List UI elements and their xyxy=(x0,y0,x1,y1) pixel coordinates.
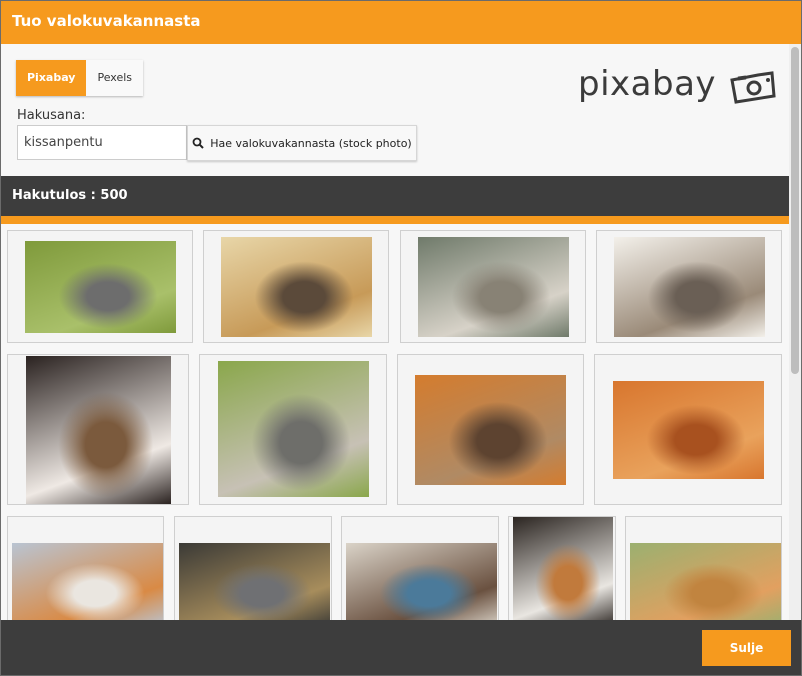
result-thumbnail xyxy=(614,237,765,337)
provider-tabs: Pixabay Pexels xyxy=(16,60,144,96)
result-thumbnail xyxy=(613,381,764,479)
result-thumbnail xyxy=(418,237,569,337)
dialog-footer: Sulje xyxy=(1,620,801,675)
search-stock-photo-button[interactable]: Hae valokuvakannasta (stock photo) xyxy=(187,125,417,161)
result-thumbnail xyxy=(221,237,372,337)
tab-pixabay[interactable]: Pixabay xyxy=(16,60,87,96)
scrollbar-thumb[interactable] xyxy=(791,47,799,374)
search-label: Hakusana: xyxy=(17,108,86,123)
result-thumbnail xyxy=(26,356,171,504)
close-button[interactable]: Sulje xyxy=(702,630,791,666)
image-result-card[interactable] xyxy=(596,230,782,343)
pixabay-logo: pixabay xyxy=(578,64,778,106)
image-result-card[interactable] xyxy=(199,354,387,505)
dialog-titlebar: Tuo valokuvakannasta xyxy=(1,1,801,44)
image-result-card[interactable] xyxy=(594,354,782,505)
results-divider xyxy=(1,216,789,224)
result-thumbnail xyxy=(25,241,176,333)
tab-pexels[interactable]: Pexels xyxy=(86,60,144,96)
image-result-card[interactable] xyxy=(508,516,616,620)
image-result-card[interactable] xyxy=(397,354,584,505)
result-thumbnail xyxy=(12,543,163,620)
import-stock-photo-dialog: Tuo valokuvakannasta Pixabay Pexels pixa… xyxy=(0,0,802,676)
vertical-scrollbar[interactable] xyxy=(789,44,801,620)
result-thumbnail xyxy=(346,543,497,620)
result-thumbnail xyxy=(630,543,781,620)
search-button-label: Hae valokuvakannasta (stock photo) xyxy=(210,136,412,150)
result-thumbnail xyxy=(179,543,330,620)
image-result-card[interactable] xyxy=(341,516,499,620)
result-thumbnail xyxy=(415,375,566,485)
image-result-card[interactable] xyxy=(625,516,782,620)
results-count: Hakutulos : 500 xyxy=(12,188,128,203)
dialog-body: Pixabay Pexels pixabay Hakusana: Hae val… xyxy=(1,44,789,620)
image-result-card[interactable] xyxy=(400,230,586,343)
image-result-card[interactable] xyxy=(7,354,189,505)
search-input[interactable] xyxy=(17,125,187,160)
camera-icon xyxy=(730,71,776,104)
result-thumbnail xyxy=(218,361,369,497)
image-result-card[interactable] xyxy=(174,516,332,620)
logo-wordmark: pixabay xyxy=(578,64,717,104)
search-icon xyxy=(192,137,204,149)
image-result-card[interactable] xyxy=(7,516,164,620)
image-result-card[interactable] xyxy=(203,230,389,343)
dialog-title: Tuo valokuvakannasta xyxy=(12,12,201,30)
image-results-grid xyxy=(1,224,789,620)
result-thumbnail xyxy=(513,517,613,620)
results-bar: Hakutulos : 500 xyxy=(1,176,789,216)
image-result-card[interactable] xyxy=(7,230,193,343)
